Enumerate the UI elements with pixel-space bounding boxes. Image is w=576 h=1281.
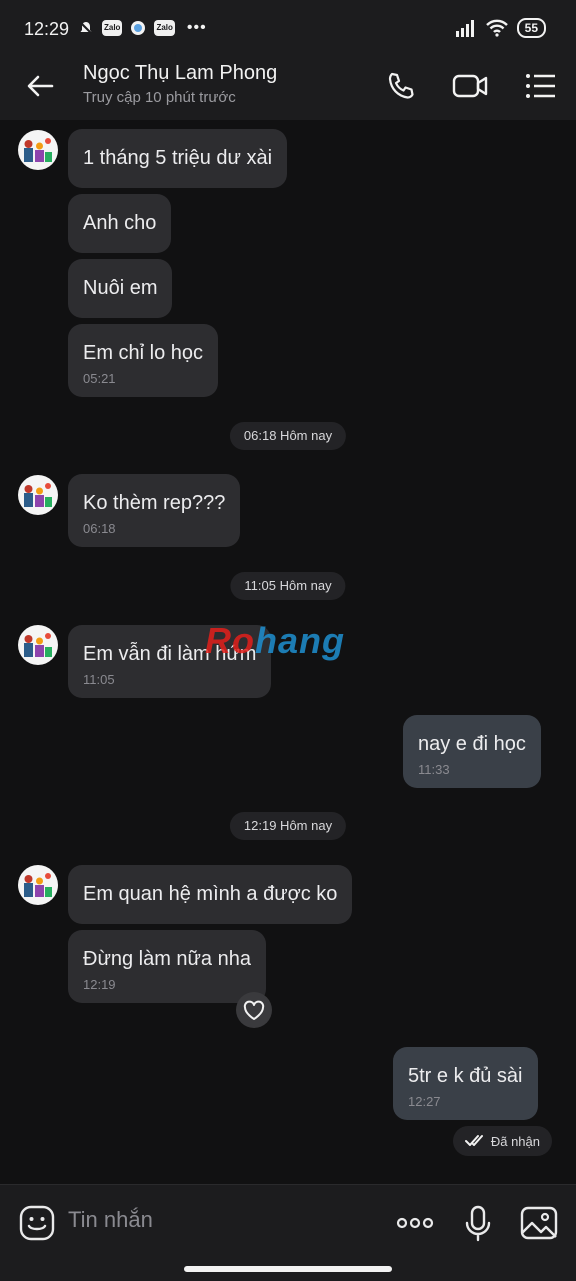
system-indicators: 55 <box>455 18 546 38</box>
message-text: Nuôi em <box>83 277 158 299</box>
watermark-logo: Rohang <box>205 620 345 662</box>
incoming-message[interactable]: Em quan hệ mình a được ko <box>68 865 353 924</box>
message-list[interactable]: 1 tháng 5 triệu dư xài Anh cho Nuôi em E… <box>0 120 576 1184</box>
heart-icon <box>243 1000 265 1020</box>
status-time: 12:29 <box>24 19 70 39</box>
message-input[interactable]: Tin nhắn <box>68 1207 153 1233</box>
presence-status: Truy cập 10 phút trước <box>83 89 236 106</box>
mute-bell-icon <box>79 21 93 35</box>
incoming-message[interactable]: 1 tháng 5 triệu dư xài <box>68 129 288 188</box>
watermark-text: Ro <box>205 620 255 661</box>
video-call-icon[interactable] <box>452 68 488 104</box>
battery-icon: 55 <box>516 18 546 38</box>
delivery-status: Đã nhận <box>452 1126 552 1156</box>
message-text: 1 tháng 5 triệu dư xài <box>83 147 273 169</box>
message-text: Ko thèm rep??? <box>83 492 226 514</box>
outgoing-message[interactable]: nay e đi học 11:33 <box>403 715 541 788</box>
message-text: Em quan hệ mình a được ko <box>83 883 338 905</box>
watermark-text: hang <box>255 620 345 661</box>
message-time: 12:19 <box>83 977 116 992</box>
microphone-icon[interactable] <box>458 1203 498 1243</box>
home-indicator[interactable] <box>184 1266 392 1272</box>
message-text: 5tr e k đủ sài <box>408 1065 523 1087</box>
notification-icons: Zalo Zalo ••• <box>78 19 207 37</box>
zalo-notification-icon: Zalo <box>102 20 123 36</box>
outgoing-message[interactable]: 5tr e k đủ sài 12:27 <box>393 1047 538 1120</box>
emoji-sticker-icon[interactable] <box>17 1203 57 1243</box>
message-time: 05:21 <box>83 371 116 386</box>
wifi-icon <box>485 19 508 37</box>
contact-name[interactable]: Ngọc Thụ Lam Phong <box>83 62 277 85</box>
status-bar: 12:29 Zalo Zalo ••• 55 <box>0 0 576 52</box>
date-separator: 06:18 Hôm nay <box>229 422 347 450</box>
message-text: Anh cho <box>83 212 157 234</box>
message-time: 06:18 <box>83 521 116 536</box>
zalo-notification-icon: Zalo <box>154 20 175 36</box>
contact-avatar[interactable] <box>18 865 58 905</box>
messenger-face-icon <box>131 21 146 35</box>
message-time: 12:27 <box>408 1094 441 1109</box>
incoming-message[interactable]: Anh cho <box>68 194 172 253</box>
date-separator: 11:05 Hôm nay <box>230 572 346 600</box>
more-notifications-icon: ••• <box>186 19 207 36</box>
chat-header: Ngọc Thụ Lam Phong Truy cập 10 phút trướ… <box>0 52 576 120</box>
delivery-status-text: Đã nhận <box>490 1133 540 1149</box>
heart-react-button[interactable] <box>236 992 272 1028</box>
message-time: 11:05 <box>83 672 115 687</box>
more-options-icon[interactable] <box>395 1203 435 1243</box>
incoming-message[interactable]: Ko thèm rep??? 06:18 <box>68 474 241 547</box>
phone-icon[interactable] <box>383 68 419 104</box>
contact-avatar[interactable] <box>18 130 58 170</box>
double-check-icon <box>464 1135 483 1146</box>
contact-avatar[interactable] <box>18 625 58 665</box>
message-text: Đừng làm nữa nha <box>83 948 251 970</box>
date-separator: 12:19 Hôm nay <box>229 812 347 840</box>
incoming-message[interactable]: Nuôi em <box>68 259 173 318</box>
image-picker-icon[interactable] <box>519 1203 559 1243</box>
back-arrow-icon[interactable] <box>24 70 56 102</box>
signal-icon <box>455 20 474 37</box>
message-text: Em chỉ lo học <box>83 342 204 364</box>
contact-avatar[interactable] <box>18 475 58 515</box>
message-text: nay e đi học <box>418 733 526 755</box>
menu-icon[interactable] <box>522 68 558 104</box>
incoming-message[interactable]: Em chỉ lo học 05:21 <box>68 324 219 397</box>
message-time: 11:33 <box>418 762 450 777</box>
